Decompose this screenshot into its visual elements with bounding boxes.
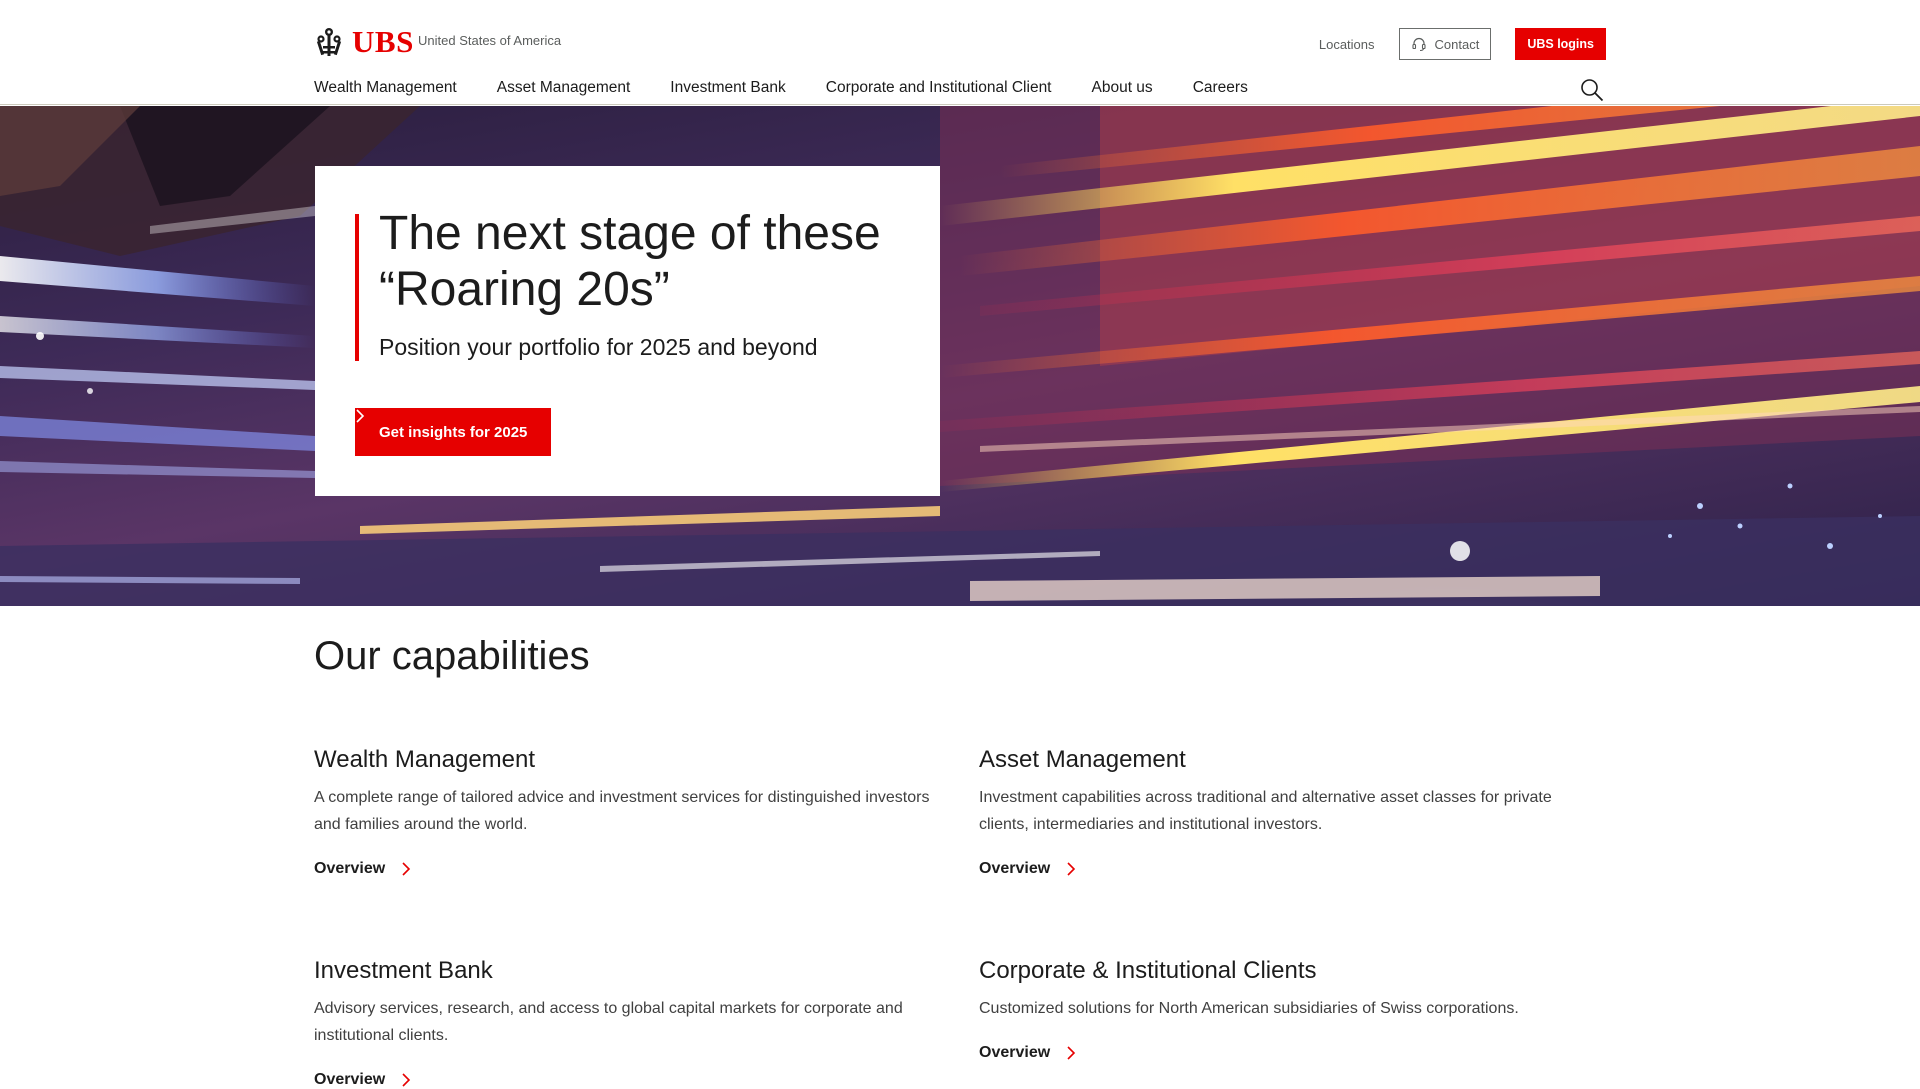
capability-corporate-institutional: Corporate & Institutional Clients Custom… (979, 957, 1599, 1022)
hero-background-image (0, 106, 1920, 606)
nav-asset-management[interactable]: Asset Management (497, 79, 631, 97)
brand-name: UBS (352, 24, 414, 59)
overview-label: Overview (979, 1044, 1051, 1061)
capability-asset-management: Asset Management Investment capabilities… (979, 746, 1599, 838)
hero-accent-bar (355, 214, 359, 361)
capability-title: Asset Management (979, 746, 1186, 773)
capability-investment-bank: Investment Bank Advisory services, resea… (314, 957, 934, 1049)
nav-investment-bank[interactable]: Investment Bank (670, 79, 785, 97)
overview-label: Overview (314, 860, 386, 877)
get-insights-button[interactable]: Get insights for 2025 (355, 408, 552, 456)
region-label[interactable]: United States of America (418, 33, 561, 48)
ubs-keys-logo-icon (316, 28, 342, 56)
capability-description: Advisory services, research, and access … (314, 1000, 903, 1044)
site-header: UBS United States of America Locations C… (0, 0, 1920, 105)
capability-description: A complete range of tailored advice and … (314, 789, 930, 833)
hero-subtitle: Position your portfolio for 2025 and bey… (379, 334, 818, 360)
overview-label: Overview (314, 1071, 386, 1088)
chevron-right-icon (402, 862, 411, 876)
capability-description: Customized solutions for North American … (979, 1000, 1519, 1017)
overview-label: Overview (979, 860, 1051, 877)
investment-bank-overview-link[interactable]: Overview (314, 1071, 411, 1089)
corporate-institutional-overview-link[interactable]: Overview (979, 1044, 1076, 1062)
main-nav: Wealth Management Asset Management Inves… (314, 79, 1248, 97)
capability-title: Corporate & Institutional Clients (979, 957, 1317, 984)
hero-banner: The next stage of these “Roaring 20s” Po… (0, 106, 1920, 606)
chevron-right-icon (1067, 1046, 1076, 1060)
capability-description: Investment capabilities across tradition… (979, 789, 1552, 833)
chevron-right-icon (402, 1073, 411, 1087)
chevron-right-icon (1067, 862, 1076, 876)
nav-about-us[interactable]: About us (1092, 79, 1153, 97)
capability-title: Wealth Management (314, 746, 536, 773)
ubs-logins-button[interactable]: UBS logins (1515, 28, 1606, 60)
capability-wealth-management: Wealth Management A complete range of ta… (314, 746, 934, 838)
wealth-management-overview-link[interactable]: Overview (314, 860, 411, 878)
nav-corporate-institutional[interactable]: Corporate and Institutional Client (826, 79, 1052, 97)
search-button[interactable] (1579, 77, 1605, 103)
nav-careers[interactable]: Careers (1193, 79, 1248, 97)
capabilities-title: Our capabilities (314, 634, 590, 678)
locations-link[interactable]: Locations (1319, 37, 1375, 52)
get-insights-label: Get insights for 2025 (379, 423, 528, 441)
ubs-logo[interactable]: UBS (314, 24, 414, 60)
hero-title: The next stage of these “Roaring 20s” (379, 207, 881, 316)
contact-button[interactable]: Contact (1398, 28, 1492, 60)
capability-title: Investment Bank (314, 957, 493, 984)
headset-icon (1411, 37, 1426, 52)
hero-card: The next stage of these “Roaring 20s” Po… (315, 166, 940, 496)
contact-label: Contact (1434, 36, 1480, 52)
chevron-right-icon (356, 409, 365, 423)
utility-nav: Locations Contact UBS logins (1319, 28, 1606, 60)
asset-management-overview-link[interactable]: Overview (979, 860, 1076, 878)
search-icon (1581, 79, 1604, 102)
nav-wealth-management[interactable]: Wealth Management (314, 79, 457, 97)
